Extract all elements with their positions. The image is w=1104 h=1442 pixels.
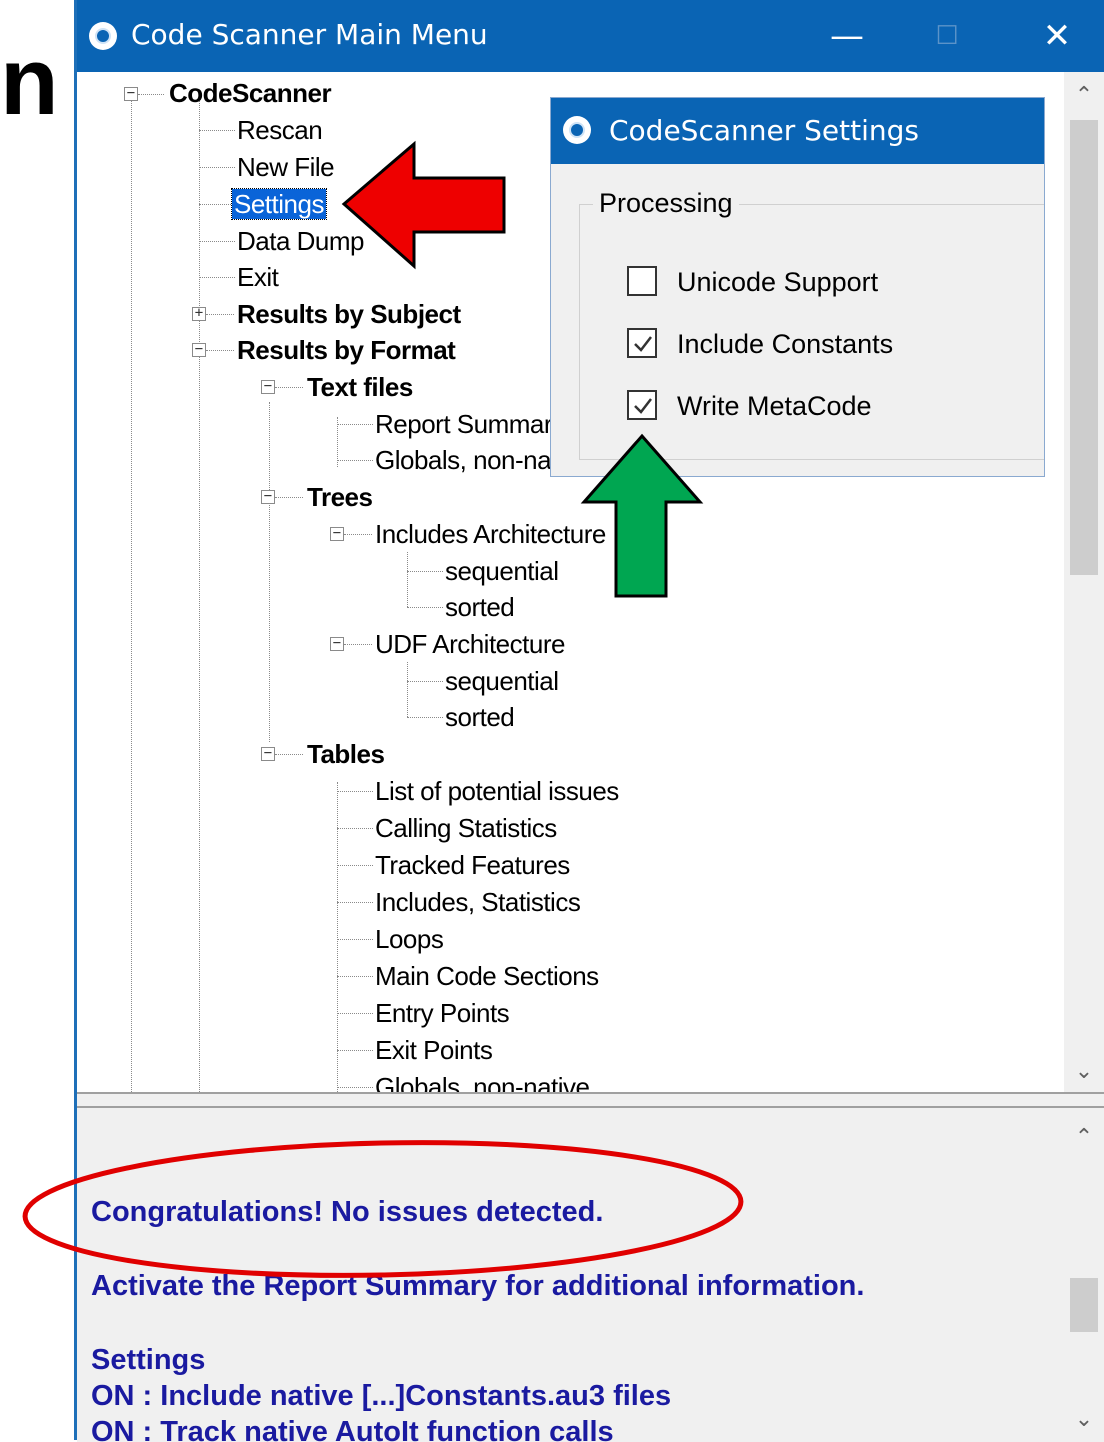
red-arrow-icon	[341, 140, 506, 270]
tree-item-calling-statistics[interactable]: Calling Statistics	[375, 811, 557, 845]
collapse-icon[interactable]: −	[261, 379, 275, 394]
tree-item-sequential[interactable]: sequential	[445, 554, 559, 588]
tree-item-sequential[interactable]: sequential	[445, 664, 559, 698]
write-metacode-label: Write MetaCode	[677, 391, 872, 421]
tree-item-exit[interactable]: Exit	[237, 260, 279, 294]
settings-line: ON : Include native [...]Constants.au3 f…	[91, 1380, 672, 1412]
settings-heading: Settings	[91, 1344, 206, 1376]
tree-scrollbar[interactable]: ⌃ ⌄	[1064, 72, 1104, 1092]
unicode-support-checkbox[interactable]	[627, 266, 657, 296]
settings-line: ON : Track native AutoIt function calls	[91, 1416, 614, 1442]
settings-label: Settings	[231, 188, 327, 220]
tree-text-files[interactable]: Text files	[307, 370, 413, 404]
title-bar[interactable]: Code Scanner Main Menu — ☐ ✕	[77, 0, 1104, 72]
check-icon	[634, 336, 652, 352]
edge-text-fragment: n	[0, 34, 59, 130]
tree-item-report-summary[interactable]: Report Summary	[375, 407, 565, 441]
scroll-up-icon[interactable]: ⌃	[1064, 1118, 1104, 1158]
settings-dialog: CodeScanner Settings Processing Unicode …	[551, 98, 1044, 476]
collapse-icon[interactable]: −	[192, 342, 206, 357]
tree-udf-architecture[interactable]: UDF Architecture	[375, 627, 565, 661]
tree-results-by-subject[interactable]: Results by Subject	[237, 297, 461, 331]
tree-results-by-format[interactable]: Results by Format	[237, 333, 456, 367]
maximize-button[interactable]: ☐	[917, 10, 977, 62]
tree-item-includes-statistics[interactable]: Includes, Statistics	[375, 885, 581, 919]
collapse-icon[interactable]: −	[261, 489, 275, 504]
tree-tables[interactable]: Tables	[307, 737, 385, 771]
app-icon	[89, 22, 117, 50]
collapse-icon[interactable]: −	[261, 746, 275, 761]
tree-item-exit-points[interactable]: Exit Points	[375, 1033, 493, 1067]
include-constants-checkbox[interactable]	[627, 328, 657, 358]
expand-icon[interactable]: +	[192, 306, 206, 321]
collapse-icon[interactable]: −	[124, 86, 138, 101]
tree-item-tracked-features[interactable]: Tracked Features	[375, 848, 570, 882]
window-title: Code Scanner Main Menu	[131, 18, 488, 51]
tree-item-entry-points[interactable]: Entry Points	[375, 996, 510, 1030]
minimize-button[interactable]: —	[817, 10, 877, 62]
tree-item-new-file[interactable]: New File	[237, 150, 335, 184]
tree-trees[interactable]: Trees	[307, 480, 373, 514]
processing-group-label: Processing	[593, 188, 739, 219]
app-icon	[563, 116, 591, 144]
tree-item-rescan[interactable]: Rescan	[237, 113, 323, 147]
tree-item-list-of-potential-issues[interactable]: List of potential issues	[375, 774, 619, 808]
tree-root-codescanner[interactable]: CodeScanner	[169, 76, 332, 110]
scroll-up-icon[interactable]: ⌃	[1064, 76, 1104, 116]
tree-includes-architecture[interactable]: Includes Architecture	[375, 517, 606, 551]
tree-item-globals-non-native[interactable]: Globals, non-native	[375, 1070, 590, 1092]
write-metacode-checkbox[interactable]	[627, 390, 657, 420]
collapse-icon[interactable]: −	[330, 526, 344, 541]
collapse-icon[interactable]: −	[330, 636, 344, 651]
unicode-support-label: Unicode Support	[677, 267, 879, 297]
tree-item-main-code-sections[interactable]: Main Code Sections	[375, 959, 599, 993]
dialog-title: CodeScanner Settings	[609, 114, 919, 147]
tree-item-sorted[interactable]: sorted	[445, 700, 515, 734]
close-button[interactable]: ✕	[1027, 10, 1087, 62]
highlight-ellipse-icon	[22, 1140, 744, 1278]
scroll-down-icon[interactable]: ⌄	[1064, 1052, 1104, 1092]
dialog-title-bar[interactable]: CodeScanner Settings	[551, 98, 1044, 164]
include-constants-label: Include Constants	[677, 329, 894, 359]
tree-item-sorted[interactable]: sorted	[445, 590, 515, 624]
scrollbar-thumb[interactable]	[1070, 1278, 1098, 1332]
check-icon	[634, 398, 652, 414]
tree-item-loops[interactable]: Loops	[375, 922, 444, 956]
scrollbar-thumb[interactable]	[1070, 120, 1098, 575]
message-scrollbar[interactable]: ⌃ ⌄	[1064, 1108, 1104, 1442]
green-arrow-icon	[580, 433, 704, 598]
scroll-down-icon[interactable]: ⌄	[1064, 1400, 1104, 1440]
tree-item-settings[interactable]: Settings	[231, 187, 327, 221]
